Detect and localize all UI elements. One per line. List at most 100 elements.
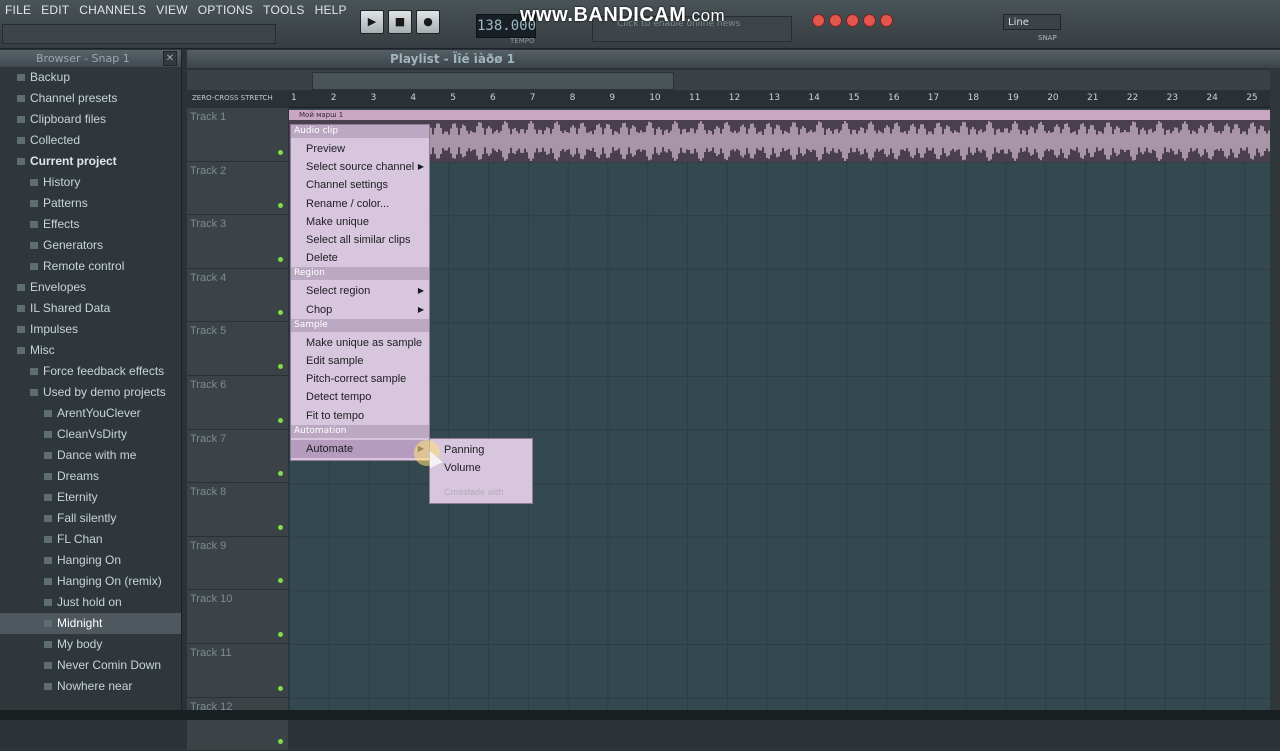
track-led-icon[interactable] (278, 631, 283, 637)
browser-item[interactable]: Channel presets (0, 88, 181, 109)
context-menu-item[interactable]: Rename / color... (291, 195, 429, 213)
browser-item[interactable]: Never Comin Down (0, 655, 181, 676)
led-icon[interactable] (812, 14, 825, 27)
track-led-icon[interactable] (278, 685, 283, 691)
stop-button[interactable]: ■ (388, 10, 412, 34)
track-header[interactable]: Track 4 (187, 268, 288, 323)
browser-item[interactable]: Effects (0, 214, 181, 235)
browser-item[interactable]: IL Shared Data (0, 298, 181, 319)
browser-item[interactable]: Patterns (0, 193, 181, 214)
track-led-icon[interactable] (278, 149, 283, 155)
led-icon[interactable] (846, 14, 859, 27)
close-icon[interactable]: ✕ (163, 51, 177, 66)
menu-channels[interactable]: CHANNELS (74, 0, 151, 22)
track-led-icon[interactable] (278, 578, 283, 584)
browser-item[interactable]: Remote control (0, 256, 181, 277)
submenu-item[interactable]: Volume (430, 459, 532, 477)
playlist-vertical-scrollbar[interactable] (1270, 68, 1280, 718)
browser-item[interactable]: Clipboard files (0, 109, 181, 130)
track-header[interactable]: Track 9 (187, 536, 288, 591)
browser-item[interactable]: Backup (0, 67, 181, 88)
track-header[interactable]: Track 12 (187, 697, 288, 751)
audio-clip-waveform[interactable] (289, 120, 1280, 162)
menu-file[interactable]: FILE (0, 0, 36, 22)
context-menu-item[interactable]: Make unique (291, 213, 429, 231)
browser-item-label: Hanging On (57, 553, 122, 567)
track-led-icon[interactable] (278, 417, 283, 423)
browser-item[interactable]: Misc (0, 340, 181, 361)
browser-item[interactable]: Nowhere near (0, 676, 181, 697)
browser-item[interactable]: Hanging On (0, 550, 181, 571)
ruler-tick: 8 (569, 93, 576, 103)
track-led-icon[interactable] (278, 363, 283, 369)
track-header[interactable]: Track 5 (187, 322, 288, 376)
browser-item[interactable]: Fall silently (0, 508, 181, 529)
audio-clip-header[interactable]: Мой марш 1 (289, 110, 1280, 120)
track-led-icon[interactable] (278, 524, 283, 530)
menu-edit[interactable]: EDIT (36, 0, 74, 22)
track-led-icon[interactable] (278, 203, 283, 209)
led-icon[interactable] (829, 14, 842, 27)
context-menu-item[interactable]: Delete (291, 249, 429, 267)
track-header[interactable]: Track 11 (187, 643, 288, 698)
track-header[interactable]: Track 10 (187, 590, 288, 644)
browser-item[interactable]: ArentYouClever (0, 403, 181, 424)
browser-item[interactable]: Dance with me (0, 445, 181, 466)
context-menu-item[interactable]: Pitch-correct sample (291, 370, 429, 388)
track-label: Track 11 (190, 646, 232, 659)
context-menu-item[interactable]: Select region ▶ (291, 282, 429, 300)
menu-view[interactable]: VIEW (151, 0, 192, 22)
record-button[interactable]: ● (416, 10, 440, 34)
track-led-icon[interactable] (278, 739, 283, 745)
browser-item[interactable]: Generators (0, 235, 181, 256)
submenu-item[interactable]: Panning (430, 441, 532, 459)
context-menu-item[interactable]: Select source channel ▶ (291, 158, 429, 176)
menu-tools[interactable]: TOOLS (258, 0, 309, 22)
context-menu-item[interactable]: Select all similar clips (291, 231, 429, 249)
track-header[interactable]: Track 7 (187, 429, 288, 484)
context-menu-item[interactable]: Channel settings (291, 176, 429, 194)
browser-item[interactable]: History (0, 172, 181, 193)
browser-item[interactable]: Current project (0, 151, 181, 172)
track-led-icon[interactable] (278, 310, 283, 316)
context-menu-item[interactable]: Preview (291, 140, 429, 158)
browser-item[interactable]: Midnight (0, 613, 181, 634)
browser-item[interactable]: Dreams (0, 466, 181, 487)
browser-item[interactable]: Envelopes (0, 277, 181, 298)
track-led-icon[interactable] (278, 471, 283, 477)
browser-item[interactable]: Just hold on (0, 592, 181, 613)
playlist-grid[interactable] (289, 108, 1280, 720)
context-menu-item[interactable]: Automate▶ (291, 439, 429, 458)
browser-item[interactable]: Hanging On (remix) (0, 571, 181, 592)
track-header[interactable]: Track 6 (187, 375, 288, 430)
context-menu-item[interactable]: Chop ▶ (291, 301, 429, 319)
browser-item[interactable]: CleanVsDirty (0, 424, 181, 445)
browser-item[interactable]: My body (0, 634, 181, 655)
context-menu-item[interactable]: Edit sample (291, 352, 429, 370)
menu-options[interactable]: OPTIONS (193, 0, 258, 22)
browser-item[interactable]: Used by demo projects (0, 382, 181, 403)
timeline-ruler[interactable]: 1 2 3 4 5 6 7 8 9 10 11 12 13 14 15 16 17 18 19 20 21 22 23 24 2… (289, 91, 1280, 108)
track-header[interactable]: Track 1 (187, 108, 288, 162)
track-header[interactable]: Track 2 (187, 161, 288, 216)
context-menu-item[interactable]: Detect tempo (291, 388, 429, 406)
snap-select[interactable]: Line (1003, 14, 1061, 30)
led-icon[interactable] (863, 14, 876, 27)
menu-help[interactable]: HELP (310, 0, 352, 22)
track-led-icon[interactable] (278, 256, 283, 262)
browser-item-label: Nowhere near (57, 679, 133, 693)
browser-item[interactable]: Force feedback effects (0, 361, 181, 382)
track-header[interactable]: Track 3 (187, 215, 288, 269)
context-menu-item[interactable]: Fit to tempo (291, 407, 429, 425)
playlist-options[interactable]: ZERO-CROSS STRETCH (192, 94, 273, 102)
folder-icon (17, 326, 25, 333)
browser-item[interactable]: Collected (0, 130, 181, 151)
led-icon[interactable] (880, 14, 893, 27)
browser-item[interactable]: Impulses (0, 319, 181, 340)
play-button[interactable]: ▶ (360, 10, 384, 34)
browser-item[interactable]: Eternity (0, 487, 181, 508)
context-menu-item[interactable]: Make unique as sample (291, 334, 429, 352)
playlist-horizontal-scrollbar[interactable] (312, 72, 674, 90)
track-header[interactable]: Track 8 (187, 483, 288, 537)
browser-item[interactable]: FL Chan (0, 529, 181, 550)
